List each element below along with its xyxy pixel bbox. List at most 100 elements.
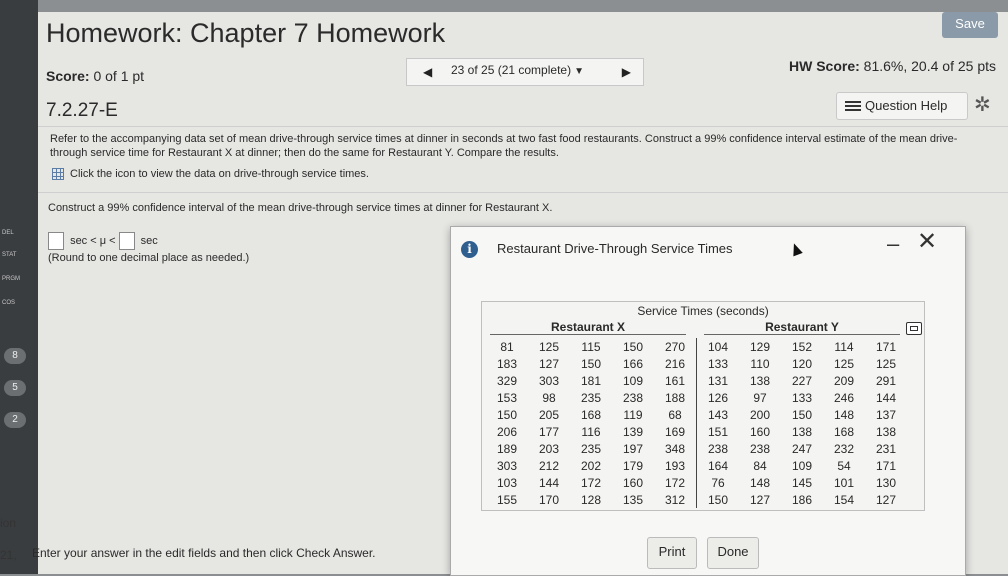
problem-id: 7.2.27-E [46, 100, 118, 121]
table-cell: 197 [622, 441, 644, 456]
table-cell: 129 [749, 339, 771, 354]
table-cell: 169 [664, 424, 686, 439]
footer-instructions: Enter your answer in the edit fields and… [32, 546, 376, 560]
question-selector[interactable]: 23 of 25 (21 complete) ▼ [451, 63, 584, 77]
table-cell: 84 [753, 458, 767, 473]
table-cell: 97 [753, 390, 767, 405]
table-row: 303 212 202 179 193 164 84 109 54 171 [486, 457, 907, 474]
lower-bound-input[interactable] [48, 232, 64, 250]
copy-data-icon[interactable] [906, 322, 922, 335]
score-display: Score: 0 of 1 pt [46, 68, 144, 84]
print-button[interactable]: Print [647, 537, 697, 569]
table-cell: 161 [664, 373, 686, 388]
table-cell: 130 [875, 475, 897, 490]
table-cell: 101 [833, 475, 855, 490]
table-cell: 329 [496, 373, 518, 388]
dialog-title: Restaurant Drive-Through Service Times [497, 241, 733, 256]
next-question-icon[interactable]: ▶ [622, 65, 631, 79]
data-link[interactable]: Click the icon to view the data on drive… [52, 168, 369, 181]
table-cell: 160 [622, 475, 644, 490]
rounding-hint: (Round to one decimal place as needed.) [48, 252, 250, 264]
table-row: 183 127 150 166 216 133 110 120 125 125 [486, 355, 907, 372]
table-cell: 138 [791, 424, 813, 439]
table-cell: 177 [538, 424, 560, 439]
service-times-table-box: Service Times (seconds) Restaurant X Res… [481, 301, 925, 511]
table-cell: 144 [538, 475, 560, 490]
table-cell: 138 [749, 373, 771, 388]
table-cell: 76 [696, 474, 739, 491]
table-cell: 155 [496, 492, 518, 507]
table-cell: 227 [791, 373, 813, 388]
table-cell: 127 [538, 356, 560, 371]
calc-key-2: 2 [4, 412, 26, 428]
table-cell: 235 [580, 390, 602, 405]
minimize-icon[interactable]: – [887, 231, 899, 257]
data-dialog: i Restaurant Drive-Through Service Times… [450, 226, 966, 576]
calculator-strip: DEL STAT PRGM COS 8 5 2 [0, 0, 38, 574]
table-cell: 133 [696, 355, 739, 372]
done-button[interactable]: Done [707, 537, 759, 569]
calc-key-8: 8 [4, 348, 26, 364]
table-cell: 81 [500, 339, 514, 354]
table-cell: 152 [791, 339, 813, 354]
calc-key-prgm: PRGM [2, 276, 20, 282]
table-cell: 139 [622, 424, 644, 439]
data-table-icon[interactable] [52, 168, 64, 181]
close-icon[interactable]: ✕ [917, 227, 937, 256]
table-cell: 120 [791, 356, 813, 371]
table-cell: 154 [833, 492, 855, 507]
question-help-button[interactable]: Question Help [836, 92, 968, 120]
divider [38, 126, 1008, 127]
table-row: 189 203 235 197 348 238 238 247 232 231 [486, 440, 907, 457]
service-times-table: 81 125 115 150 270 104 129 152 114 171 183 127 150 16… [486, 338, 907, 508]
table-cell: 171 [875, 458, 897, 473]
save-button[interactable]: Save [942, 12, 998, 38]
table-cell: 148 [749, 475, 771, 490]
gear-icon[interactable]: ✲ [974, 92, 991, 117]
upper-bound-input[interactable] [118, 232, 135, 250]
table-row: 329 303 181 109 161 131 138 227 209 291 [486, 372, 907, 389]
table-cell: 166 [622, 356, 644, 371]
table-row: 153 98 235 238 188 126 97 133 246 144 [486, 389, 907, 406]
calc-key-cos: COS [2, 300, 16, 306]
table-cell: 144 [875, 390, 897, 405]
hw-score-label: HW Score: [788, 58, 860, 74]
table-cell: 303 [496, 458, 518, 473]
table-cell: 103 [496, 475, 518, 490]
table-cell: 68 [668, 407, 682, 422]
table-cell: 200 [749, 407, 771, 422]
table-cell: 160 [749, 424, 771, 439]
footer-text: Enter your answer in the edit fields and… [32, 546, 376, 560]
calc-key-5: 5 [4, 380, 26, 396]
table-cell: 151 [696, 423, 739, 440]
table-cell: 291 [875, 373, 897, 388]
mouse-cursor-icon [789, 241, 803, 257]
table-cell: 188 [664, 390, 686, 405]
previous-question-icon[interactable]: ◀ [423, 65, 432, 79]
question-help-label: Question Help [865, 98, 948, 113]
table-cell: 193 [664, 458, 686, 473]
table-cell: 172 [580, 475, 602, 490]
table-cell: 150 [496, 407, 518, 422]
table-cell: 150 [791, 407, 813, 422]
table-row: 155 170 128 135 312 150 127 186 154 127 [486, 491, 907, 508]
table-cell: 125 [538, 339, 560, 354]
table-cell: 312 [664, 492, 686, 507]
table-cell: 202 [580, 458, 602, 473]
table-row: 103 144 172 160 172 76 148 145 101 130 [486, 474, 907, 491]
calc-key-stat: STAT [2, 252, 17, 258]
table-cell: 303 [538, 373, 560, 388]
table-cell: 115 [581, 339, 601, 354]
score-label: Score: [46, 68, 90, 84]
table-cell: 203 [538, 441, 560, 456]
table-cell: 181 [580, 373, 602, 388]
table-row: 81 125 115 150 270 104 129 152 114 171 [486, 338, 907, 355]
table-cell: 138 [875, 424, 897, 439]
table-cell: 148 [833, 407, 855, 422]
table-cell: 232 [833, 441, 855, 456]
hw-score-value: 81.6%, 20.4 of 25 pts [863, 58, 996, 74]
calc-key-del: DEL [2, 230, 14, 236]
question-text: Construct a 99% confidence interval of t… [48, 202, 553, 214]
group-header-y: Restaurant Y [704, 320, 900, 335]
table-cell: 98 [542, 390, 556, 405]
